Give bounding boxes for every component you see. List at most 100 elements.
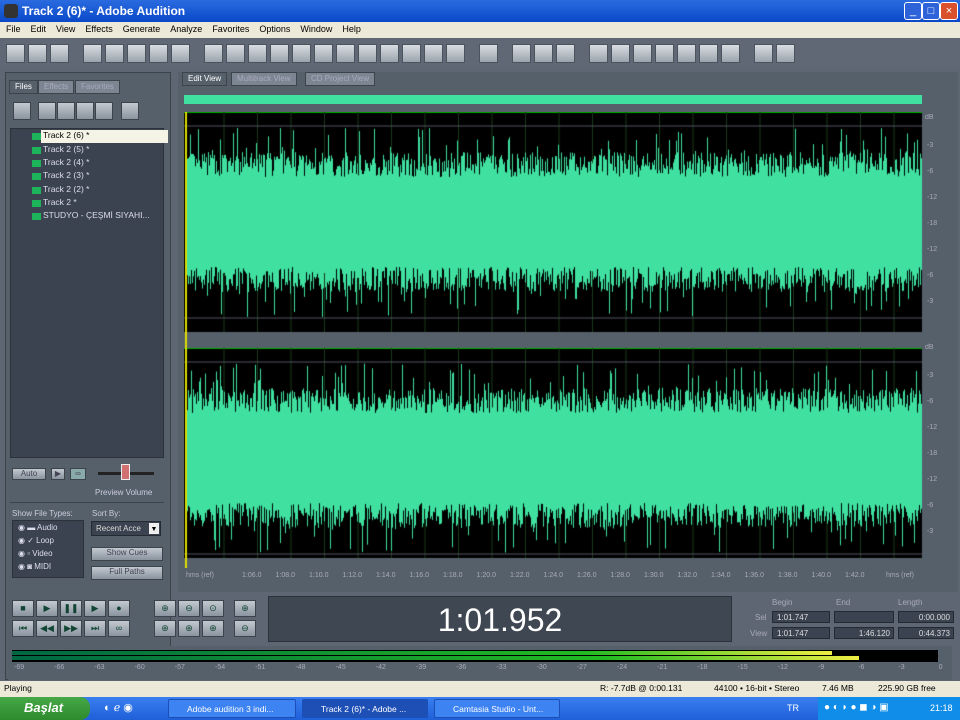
toolbar-button[interactable] <box>402 43 421 63</box>
minimize-button[interactable]: _ <box>904 2 922 20</box>
show-cues-button[interactable]: Show Cues <box>91 547 163 561</box>
tab-favorites[interactable]: Favorites <box>75 80 120 94</box>
close-file-button[interactable] <box>38 102 56 120</box>
task-track2-audition[interactable]: Track 2 (6)* - Adobe ... <box>302 699 428 718</box>
show-audio-toggle[interactable]: ◉ ▬ Audio <box>18 523 57 532</box>
toolbar-button[interactable] <box>699 43 718 63</box>
toolbar-button[interactable] <box>721 43 740 63</box>
task-camtasia[interactable]: Camtasia Studio - Unt... <box>434 699 560 718</box>
zoom-full-button[interactable]: ⊙ <box>202 600 224 617</box>
tab-multitrack-view[interactable]: Multitrack View <box>231 72 297 86</box>
save-file-button[interactable] <box>57 102 75 120</box>
toolbar-button[interactable] <box>248 43 267 63</box>
go-start-button[interactable]: ⏮ <box>12 620 34 637</box>
menu-generate[interactable]: Generate <box>123 24 161 36</box>
toolbar-button[interactable] <box>336 43 355 63</box>
toolbar-button[interactable] <box>424 43 443 63</box>
toolbar-button[interactable] <box>127 43 146 63</box>
menu-effects[interactable]: Effects <box>85 24 112 36</box>
zoom-in-h-button[interactable]: ⊕ <box>154 600 176 617</box>
view-length-field[interactable]: 0:44.373 <box>898 627 954 639</box>
toolbar-button[interactable] <box>633 43 652 63</box>
file-item[interactable]: Track 2 (5) * <box>43 144 89 157</box>
toolbar-button[interactable] <box>677 43 696 63</box>
menu-edit[interactable]: Edit <box>31 24 47 36</box>
zoom-left-button[interactable]: ⊕ <box>154 620 176 637</box>
zoom-out-h-button[interactable]: ⊖ <box>178 600 200 617</box>
fast-forward-button[interactable]: ▶▶ <box>60 620 82 637</box>
sel-begin-field[interactable]: 1:01.747 <box>772 611 830 623</box>
tab-files[interactable]: Files <box>9 80 38 94</box>
sel-end-field[interactable] <box>834 611 894 623</box>
menu-analyze[interactable]: Analyze <box>170 24 202 36</box>
zoom-in-v-button[interactable]: ⊕ <box>234 600 256 617</box>
preview-volume-thumb[interactable] <box>121 464 130 480</box>
play-button[interactable]: ▶ <box>36 600 58 617</box>
toolbar-button[interactable] <box>83 43 102 63</box>
menu-favorites[interactable]: Favorites <box>212 24 249 36</box>
record-button[interactable]: ● <box>108 600 130 617</box>
toolbar-button[interactable] <box>149 43 168 63</box>
toolbar-button[interactable] <box>611 43 630 63</box>
file-item[interactable]: Track 2 (6) * <box>41 130 168 143</box>
import-file-button[interactable] <box>13 102 31 120</box>
file-item[interactable]: Track 2 (4) * <box>43 157 89 170</box>
toolbar-button[interactable] <box>556 43 575 63</box>
toolbar-button[interactable] <box>776 43 795 63</box>
tab-effects[interactable]: Effects <box>38 80 75 94</box>
toolbar-button[interactable] <box>292 43 311 63</box>
options-button[interactable] <box>121 102 139 120</box>
tab-cd-project-view[interactable]: CD Project View <box>305 72 376 86</box>
sel-length-field[interactable]: 0:00.000 <box>898 611 954 623</box>
show-loop-toggle[interactable]: ◉ ✓ Loop <box>18 536 54 545</box>
show-midi-toggle[interactable]: ◉ ◙ MIDI <box>18 562 51 571</box>
tab-edit-view[interactable]: Edit View <box>182 72 228 86</box>
stop-button[interactable]: ■ <box>12 600 34 617</box>
file-item[interactable]: Track 2 (2) * <box>43 184 89 197</box>
toolbar-button[interactable] <box>6 43 25 63</box>
view-begin-field[interactable]: 1:01.747 <box>772 627 830 639</box>
toolbar-button[interactable] <box>105 43 124 63</box>
toolbar-button[interactable] <box>479 43 498 63</box>
quick-launch[interactable]: ◐ ℯ ◉ <box>104 701 152 715</box>
file-item[interactable]: Track 2 (3) * <box>43 170 89 183</box>
sort-by-select[interactable]: Recent Acce ▼ <box>91 521 161 536</box>
toolbar-button[interactable] <box>226 43 245 63</box>
start-button[interactable]: Başlat <box>0 697 90 720</box>
menu-view[interactable]: View <box>56 24 75 36</box>
menu-file[interactable]: File <box>6 24 21 36</box>
file-item[interactable]: Track 2 * <box>43 197 77 210</box>
toolbar-button[interactable] <box>314 43 333 63</box>
play-to-end-button[interactable]: ▶ <box>84 600 106 617</box>
preview-play-button[interactable]: ▶ <box>51 468 65 480</box>
loop-play-button[interactable]: ∞ <box>108 620 130 637</box>
edit-file-button[interactable] <box>76 102 94 120</box>
pause-button[interactable]: ❚❚ <box>60 600 82 617</box>
menu-options[interactable]: Options <box>259 24 290 36</box>
toolbar-button[interactable] <box>754 43 773 63</box>
toolbar-button[interactable] <box>358 43 377 63</box>
menu-window[interactable]: Window <box>300 24 332 36</box>
insert-file-button[interactable] <box>95 102 113 120</box>
toolbar-button[interactable] <box>380 43 399 63</box>
zoom-right-button[interactable]: ⊕ <box>178 620 200 637</box>
zoom-overview-bar[interactable] <box>184 95 922 104</box>
language-indicator[interactable]: TR <box>787 703 799 713</box>
go-end-button[interactable]: ⏭ <box>84 620 106 637</box>
toolbar-button[interactable] <box>50 43 69 63</box>
toolbar-button[interactable] <box>512 43 531 63</box>
show-video-toggle[interactable]: ◉ ▫ Video <box>18 549 53 558</box>
maximize-button[interactable]: □ <box>922 2 940 20</box>
toolbar-button[interactable] <box>28 43 47 63</box>
close-button[interactable]: × <box>940 2 958 20</box>
full-paths-button[interactable]: Full Paths <box>91 566 163 580</box>
rewind-button[interactable]: ◀◀ <box>36 620 58 637</box>
view-end-field[interactable]: 1:46.120 <box>834 627 894 639</box>
task-adobe-audition-web[interactable]: Adobe audition 3 indi... <box>168 699 296 718</box>
toolbar-button[interactable] <box>446 43 465 63</box>
toolbar-button[interactable] <box>171 43 190 63</box>
tray-icons[interactable]: ● ◐ ◗ ● ◼ ◑ ▣ <box>824 702 889 713</box>
loop-button[interactable]: ∞ <box>70 468 86 480</box>
auto-play-button[interactable]: Auto <box>12 468 46 480</box>
toolbar-button[interactable] <box>534 43 553 63</box>
